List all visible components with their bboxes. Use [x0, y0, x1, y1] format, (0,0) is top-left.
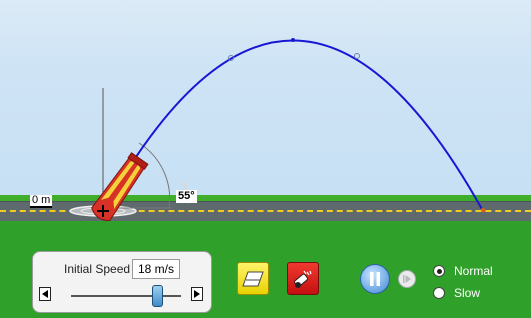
slow-speed-radio[interactable] [433, 287, 445, 299]
initial-speed-panel: Initial Speed 18 m/s [32, 251, 212, 313]
speed-decrease-button[interactable] [39, 287, 51, 301]
speed-slider-thumb[interactable] [152, 285, 164, 307]
distance-ruler-label[interactable]: 0 m [30, 195, 53, 208]
pause-icon [370, 272, 380, 286]
angle-readout: 55° [176, 190, 197, 203]
step-forward-icon [403, 275, 411, 283]
speed-increase-button[interactable] [191, 287, 203, 301]
slow-speed-option[interactable]: Slow [433, 286, 480, 300]
erase-button[interactable] [237, 262, 269, 295]
step-button[interactable] [398, 270, 416, 288]
fire-button[interactable] [287, 262, 319, 295]
trajectory-marker [354, 53, 360, 59]
simulation-stage: 0 m 55° Initial Speed 18 m/s Normal Slow [0, 0, 531, 318]
initial-speed-value-field[interactable]: 18 m/s [132, 259, 180, 279]
normal-speed-radio[interactable] [433, 265, 445, 277]
angle-arc [138, 142, 171, 209]
landing-point [481, 208, 485, 212]
trajectory-path [102, 39, 484, 212]
slow-speed-label[interactable]: Slow [454, 286, 480, 300]
triangle-right-icon [194, 290, 200, 298]
cannon-fire-icon [294, 270, 312, 288]
speed-slider-track[interactable] [71, 295, 181, 297]
eraser-icon [242, 271, 264, 286]
trajectory-apex-marker [291, 38, 295, 42]
triangle-left-icon [42, 290, 48, 298]
normal-speed-option[interactable]: Normal [433, 264, 493, 278]
radio-selected-dot [436, 268, 442, 274]
pause-button[interactable] [360, 264, 390, 294]
initial-speed-label: Initial Speed [64, 262, 131, 276]
normal-speed-label[interactable]: Normal [454, 264, 493, 278]
